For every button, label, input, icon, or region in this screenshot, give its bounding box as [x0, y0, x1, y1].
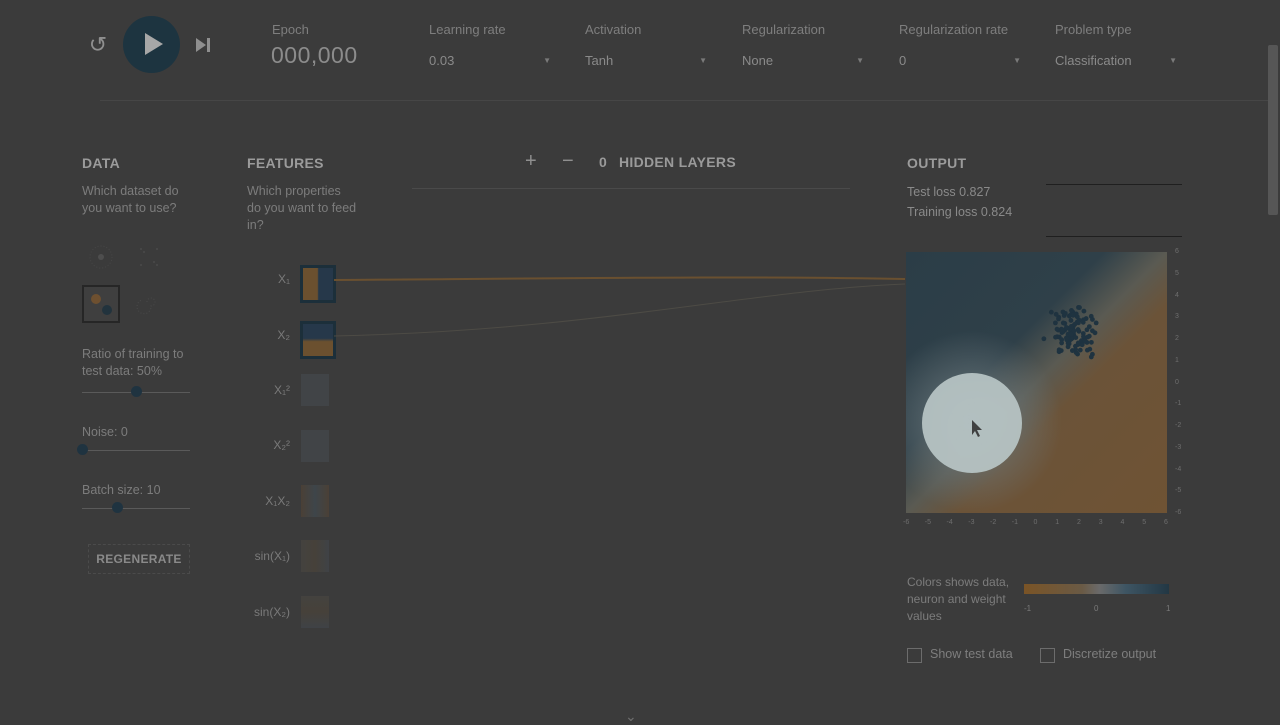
x-tick: 3	[1098, 519, 1103, 526]
x-tick: -4	[946, 519, 953, 526]
y-tick: 0	[1175, 378, 1179, 386]
legend-tick-min: -1	[1024, 604, 1032, 613]
chevron-down-icon[interactable]: ⌄	[625, 708, 637, 725]
data-point	[1077, 347, 1083, 353]
show-test-data-label: Show test data	[930, 647, 1013, 661]
legend-tick-mid: 0	[1094, 604, 1099, 613]
data-point	[1074, 314, 1080, 320]
loss-chart-bottom	[1046, 236, 1182, 237]
link-x2-output	[333, 283, 906, 337]
y-tick: -4	[1175, 465, 1182, 473]
data-point	[1077, 305, 1082, 310]
legend-description: Colors shows data, neuron and weight val…	[907, 575, 1010, 623]
x-tick: 6	[1164, 519, 1168, 526]
data-point	[1065, 344, 1071, 350]
discretize-output-label: Discretize output	[1063, 647, 1157, 661]
link-x1-output	[333, 276, 906, 281]
y-tick: -5	[1175, 487, 1182, 495]
x-tick: 1	[1055, 519, 1060, 526]
y-tick: -1	[1175, 400, 1182, 408]
data-point	[1069, 307, 1074, 313]
data-point	[1054, 326, 1060, 332]
data-point	[1060, 327, 1065, 333]
y-tick: -2	[1175, 422, 1182, 429]
loss-chart-top	[1046, 184, 1182, 185]
y-tick: 3	[1175, 313, 1179, 321]
data-point	[1048, 309, 1054, 315]
cursor-icon	[972, 420, 982, 437]
legend-tick-max: 1	[1166, 604, 1171, 613]
data-point	[1081, 308, 1087, 314]
y-tick: -3	[1175, 443, 1182, 451]
discretize-output-checkbox[interactable]	[1040, 648, 1055, 663]
data-point	[1068, 318, 1074, 323]
data-point	[1053, 334, 1058, 340]
data-point	[1081, 334, 1086, 339]
data-point	[1059, 340, 1065, 346]
data-point	[1084, 347, 1090, 353]
data-point	[1062, 310, 1068, 316]
y-tick: -6	[1175, 509, 1182, 516]
data-point	[1068, 331, 1074, 337]
data-point	[1093, 320, 1099, 326]
data-point	[1080, 319, 1086, 325]
y-tick: 2	[1175, 335, 1179, 342]
y-tick: 6	[1175, 248, 1179, 255]
data-point	[1079, 342, 1085, 348]
data-point	[1090, 317, 1095, 322]
x-tick: -2	[990, 519, 997, 526]
y-axis-ticks: 6 5 4 3 2 1 0 -1 -2 -3 -4 -5 -6	[1175, 248, 1189, 516]
y-tick: 1	[1175, 356, 1179, 364]
data-point	[1084, 327, 1090, 333]
data-point	[1069, 348, 1075, 353]
x-tick: -6	[903, 519, 910, 526]
data-point	[1073, 335, 1079, 341]
data-point	[1070, 312, 1076, 318]
x-tick: -5	[924, 519, 931, 526]
data-point	[1041, 336, 1047, 342]
x-tick: -3	[968, 519, 975, 526]
y-tick: 5	[1175, 269, 1179, 277]
data-point	[1060, 320, 1066, 326]
show-test-data-checkbox[interactable]	[907, 648, 922, 663]
y-tick: 4	[1175, 291, 1179, 299]
x-tick: 4	[1120, 519, 1125, 526]
data-point	[1072, 321, 1078, 327]
test-loss: Test loss 0.827	[907, 185, 991, 199]
x-tick: -1	[1011, 519, 1018, 526]
data-point	[1053, 320, 1058, 326]
x-tick: 5	[1142, 519, 1147, 526]
color-legend-bar	[1024, 584, 1169, 594]
x-tick: 0	[1033, 519, 1038, 526]
data-point	[1088, 339, 1094, 345]
training-loss: Training loss 0.824	[907, 205, 1013, 219]
cursor-highlight	[922, 373, 1022, 473]
data-point	[1056, 347, 1062, 353]
data-point	[1056, 316, 1061, 322]
x-tick: 2	[1077, 519, 1081, 526]
data-point	[1090, 328, 1095, 334]
data-point	[1088, 354, 1094, 360]
data-point	[1053, 311, 1059, 317]
output-title: OUTPUT	[907, 155, 967, 171]
x-axis-ticks: -6 -5 -4 -3 -2 -1 0 1 2 3 4 5 6	[903, 519, 1168, 529]
